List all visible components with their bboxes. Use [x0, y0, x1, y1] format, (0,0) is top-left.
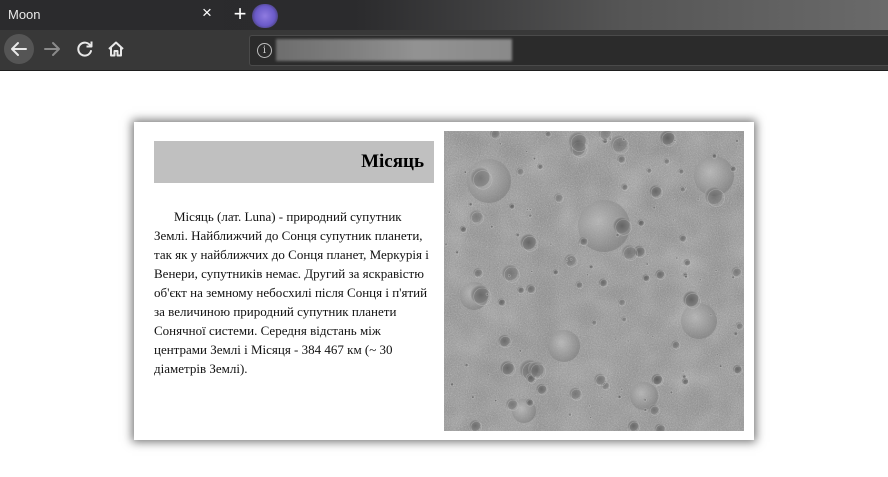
crater [497, 334, 510, 347]
crater [654, 269, 665, 279]
page-viewport: Місяць Місяць (лат. Luna) - природний су… [0, 71, 888, 477]
close-icon[interactable]: × [198, 4, 216, 22]
crater [590, 319, 597, 325]
crater [515, 167, 524, 175]
crater [646, 167, 652, 173]
crater [578, 236, 587, 245]
crater [568, 387, 581, 399]
home-button[interactable] [101, 34, 131, 64]
crater [731, 266, 741, 277]
crater [612, 216, 630, 234]
browser-toolbar: i [0, 30, 888, 71]
crater [470, 167, 490, 187]
page-title: Місяць [361, 151, 424, 172]
moon-image [444, 131, 744, 431]
reload-icon [77, 41, 93, 57]
extension-icon[interactable] [252, 4, 278, 28]
crater [508, 203, 515, 209]
crater [593, 373, 605, 385]
address-text-redacted [276, 39, 512, 61]
address-bar[interactable]: i [249, 35, 888, 66]
crater [648, 184, 662, 197]
forward-arrow-icon [44, 42, 60, 56]
crater [678, 168, 684, 174]
crater [681, 377, 689, 385]
crater [563, 253, 576, 266]
crater-mound [681, 303, 717, 339]
plus-icon[interactable]: + [230, 2, 250, 26]
crater [621, 244, 636, 259]
crater [553, 192, 563, 202]
crater [568, 131, 586, 150]
forward-button[interactable] [37, 34, 67, 64]
crater [499, 360, 514, 375]
moon-surface-graphic [444, 131, 744, 431]
crater [535, 383, 547, 394]
crater [528, 361, 544, 377]
crater [735, 321, 743, 330]
content-card: Місяць Місяць (лат. Luna) - природний су… [134, 122, 754, 440]
crater [501, 264, 518, 281]
crater [682, 290, 699, 307]
crater [469, 209, 483, 223]
tab-strip: Moon × + [0, 0, 888, 30]
home-icon [108, 41, 124, 57]
back-arrow-icon [11, 42, 27, 56]
crater [616, 154, 625, 163]
crater [519, 233, 536, 250]
crater [670, 340, 680, 349]
crater [642, 273, 650, 281]
reload-button[interactable] [70, 34, 100, 64]
back-button[interactable] [4, 34, 34, 64]
crater [704, 186, 723, 205]
tab-title: Moon [8, 7, 41, 22]
crater [648, 404, 659, 415]
browser-tab-active[interactable]: Moon × [0, 0, 224, 30]
crater [609, 134, 627, 152]
info-icon[interactable]: i [257, 43, 272, 58]
crater [732, 364, 742, 374]
crater [651, 373, 662, 385]
crater [678, 234, 686, 242]
heading-box: Місяць [154, 141, 434, 183]
crater [552, 269, 558, 275]
crater [637, 219, 644, 226]
crater [620, 316, 627, 322]
article-paragraph: Місяць (лат. Luna) - природний супутник … [154, 209, 429, 376]
crater [468, 419, 481, 431]
crater [598, 278, 607, 287]
crater [683, 258, 691, 266]
crater-mound [548, 330, 580, 362]
crater [525, 283, 535, 293]
crater [472, 267, 482, 277]
crater [627, 420, 639, 431]
crater [505, 398, 517, 410]
